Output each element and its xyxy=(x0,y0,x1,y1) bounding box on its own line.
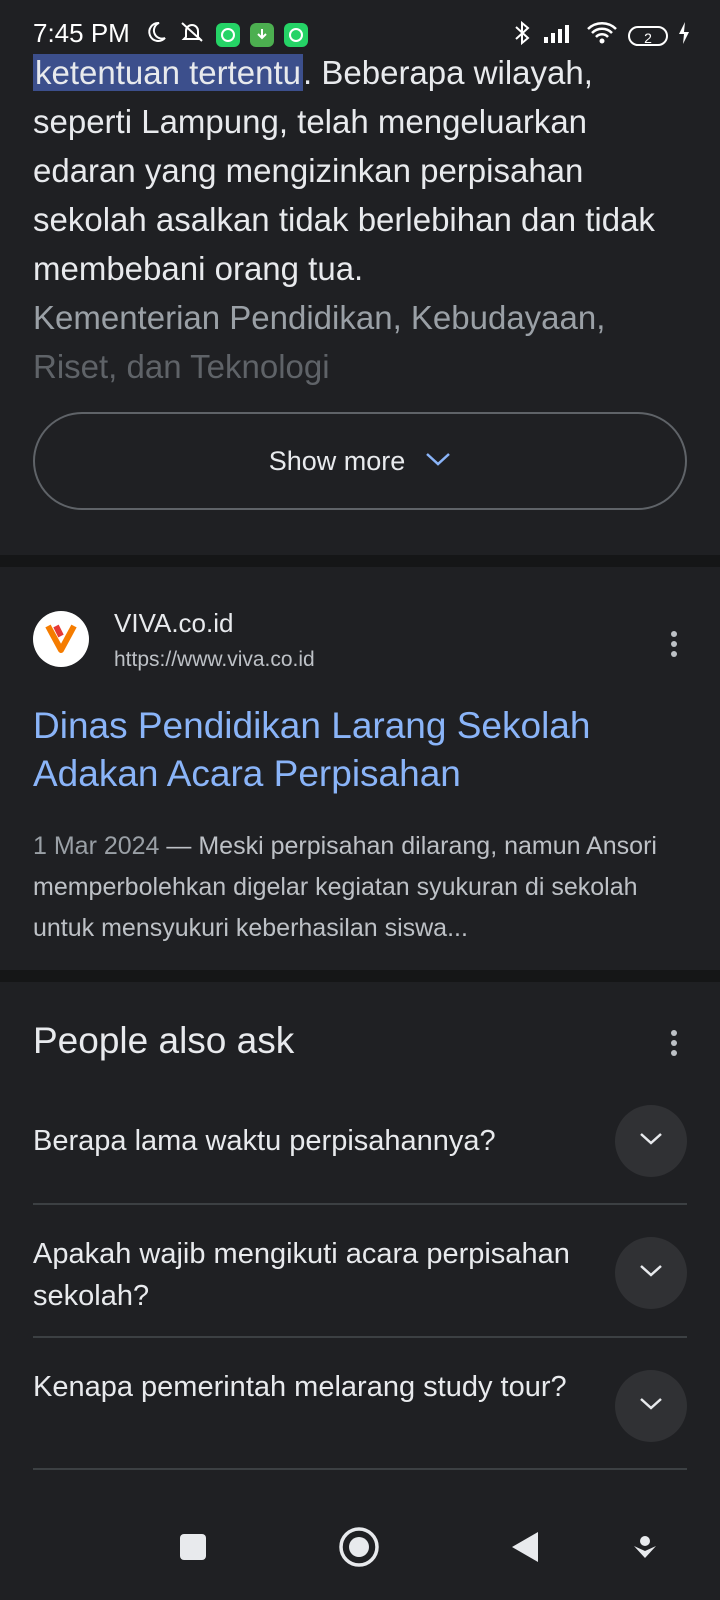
highlighted-text: ketentuan tertentu xyxy=(33,54,304,91)
result-date: 1 Mar 2024 xyxy=(33,832,160,860)
paa-divider xyxy=(33,1468,687,1470)
snippet-fade-text: Kementerian Pendidikan, Kebudayaan, xyxy=(33,299,606,336)
section-divider xyxy=(0,970,720,982)
featured-snippet-text: ketentuan tertentu. Beberapa wilayah, se… xyxy=(33,48,693,391)
paa-more-options-icon[interactable] xyxy=(662,1023,686,1063)
paa-question-text: Berapa lama waktu perpisahannya? xyxy=(33,1125,496,1157)
status-right-icons: 2 xyxy=(512,20,690,51)
show-more-label: Show more xyxy=(268,445,406,476)
chevron-down-icon xyxy=(639,1132,663,1151)
paa-question-item[interactable]: Apakah wajib mengikuti acara perpisahan … xyxy=(33,1233,687,1317)
show-more-button[interactable]: Show more xyxy=(33,412,687,510)
whatsapp-icon xyxy=(216,22,240,47)
status-time: 7:45 PM xyxy=(33,18,130,48)
result-snippet: 1 Mar 2024 — Meski perpisahan dilarang, … xyxy=(33,826,693,949)
snippet-fade-text-2: Riset, dan Teknologi xyxy=(33,348,330,385)
paa-question-item[interactable]: Kenapa pemerintah melarang study tour? xyxy=(33,1366,687,1450)
site-name[interactable]: VIVA.co.id xyxy=(114,608,233,639)
assistant-icon[interactable] xyxy=(620,1522,670,1572)
expand-button[interactable] xyxy=(615,1237,687,1309)
expand-button[interactable] xyxy=(615,1370,687,1442)
chevron-down-icon xyxy=(639,1264,663,1283)
paa-question-item[interactable]: Berapa lama waktu perpisahannya? xyxy=(33,1105,687,1177)
expand-button[interactable] xyxy=(615,1105,687,1177)
site-url[interactable]: https://www.viva.co.id xyxy=(114,648,315,672)
signal-icon xyxy=(542,21,576,50)
home-icon[interactable] xyxy=(334,1522,384,1572)
battery-icon: 2 xyxy=(628,25,668,46)
notifications-off-icon xyxy=(178,20,206,49)
paa-divider xyxy=(33,1336,687,1338)
moon-icon xyxy=(144,20,168,49)
charging-icon xyxy=(678,21,690,50)
download-icon xyxy=(250,22,274,47)
back-icon[interactable] xyxy=(500,1522,550,1572)
recent-apps-icon[interactable] xyxy=(168,1522,218,1572)
status-left-icons xyxy=(144,20,308,49)
bluetooth-icon xyxy=(512,20,532,51)
navigation-bar xyxy=(0,1492,720,1600)
chevron-down-icon xyxy=(639,1397,663,1416)
people-also-ask-heading: People also ask xyxy=(33,1020,295,1061)
result-title-link[interactable]: Dinas Pendidikan Larang Sekolah Adakan A… xyxy=(33,702,693,798)
section-divider xyxy=(0,555,720,567)
viva-logo-icon xyxy=(44,620,78,659)
paa-question-text: Kenapa pemerintah melarang study tour? xyxy=(33,1371,567,1403)
site-logo[interactable] xyxy=(33,611,89,667)
wifi-icon xyxy=(586,21,618,50)
whatsapp-icon xyxy=(284,22,308,47)
paa-question-text: Apakah wajib mengikuti acara perpisahan … xyxy=(33,1238,570,1312)
paa-divider xyxy=(33,1203,687,1205)
chevron-down-icon xyxy=(425,451,451,472)
result-more-options-icon[interactable] xyxy=(662,624,686,664)
